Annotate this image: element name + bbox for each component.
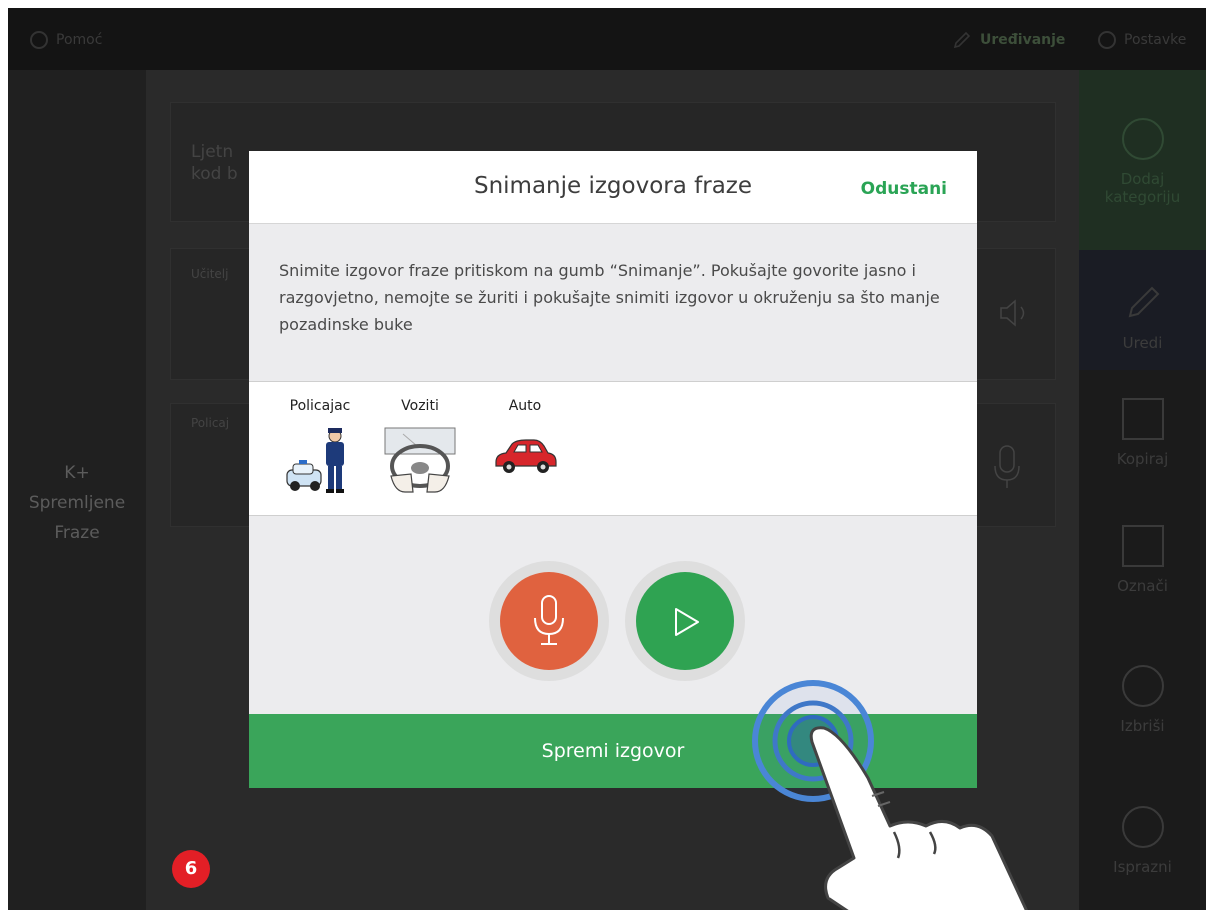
delete-button[interactable]: Izbriši (1079, 665, 1206, 735)
category-label-line3: Fraze (54, 523, 100, 543)
copy-icon (1121, 398, 1164, 440)
symbol-word: Voziti (401, 398, 439, 414)
symbol-tile: Voziti (382, 398, 458, 498)
microphone-icon (994, 445, 1020, 488)
plus-circle-icon (1121, 118, 1164, 160)
top-bar: Pomoć Uređivanje Postavke (8, 8, 1206, 70)
help-icon (30, 31, 48, 49)
category-label: K+ Spremljene Fraze (8, 458, 146, 548)
symbol-word: Auto (508, 398, 542, 414)
settings-label: Postavke (1124, 32, 1187, 48)
cancel-button[interactable]: Odustani (861, 179, 947, 199)
record-button[interactable] (489, 561, 609, 681)
app-screen: Pomoć Uređivanje Postavke K+ Spremljene … (8, 8, 1206, 910)
symbol-tile: Policajac (277, 398, 363, 498)
pointing-hand-icon (809, 726, 1028, 910)
edit-mode-label: Uređivanje (980, 32, 1066, 48)
select-button[interactable]: Označi (1079, 525, 1206, 595)
phrase-card-title: Policaj (191, 416, 230, 430)
speaker-icon (1000, 299, 1025, 327)
copy-label: Kopiraj (1116, 450, 1169, 468)
phrase-symbols-panel: Policajac Voziti Auto (249, 381, 977, 516)
edit-mode-button[interactable]: Uređivanje (952, 28, 1065, 52)
instructions-text: Snimite izgovor fraze pritiskom na gumb … (279, 261, 940, 334)
action-sidebar: Dodaj kategoriju Uredi Kopiraj Označi Iz… (1079, 70, 1206, 910)
clear-icon (1121, 806, 1164, 848)
clear-label: Isprazni (1113, 858, 1172, 876)
microphone-icon (534, 595, 564, 645)
add-category-label-1: Dodaj (1120, 170, 1165, 188)
add-category-label-2: kategoriju (1104, 188, 1181, 206)
category-sidebar[interactable]: K+ Spremljene Fraze (8, 70, 146, 910)
dialog-header: Snimanje izgovora fraze Odustani (249, 151, 977, 224)
record-button-face (500, 572, 598, 670)
copy-button[interactable]: Kopiraj (1079, 390, 1206, 468)
steering-wheel-icon (384, 427, 456, 493)
pencil-icon (1128, 286, 1159, 318)
category-label-line2: Spremljene (28, 493, 126, 513)
step-number-badge: 6 (172, 850, 210, 888)
phrase-card-text-2: kod b (191, 164, 238, 184)
close-circle-icon (1121, 665, 1164, 707)
category-label-line1: K+ (64, 463, 90, 483)
settings-button[interactable]: Postavke (1098, 28, 1186, 52)
delete-label: Izbriši (1120, 717, 1165, 735)
help-label: Pomoć (56, 32, 103, 48)
play-icon (675, 608, 699, 636)
phrase-card-title: Učitelj (191, 267, 229, 281)
symbol-tile: Auto (492, 398, 558, 480)
select-label: Označi (1117, 577, 1168, 595)
checkbox-icon (1121, 525, 1164, 567)
play-button-face (636, 572, 734, 670)
add-category-button[interactable]: Dodaj kategoriju (1079, 70, 1206, 250)
red-car-icon (495, 439, 557, 473)
clear-button[interactable]: Isprazni (1079, 800, 1206, 876)
pencil-icon (953, 31, 971, 49)
police-officer-car-icon (286, 428, 344, 493)
help-button[interactable]: Pomoć (30, 28, 102, 52)
play-button[interactable] (625, 561, 745, 681)
symbol-word: Policajac (289, 398, 351, 414)
phrase-card-text-1: Ljetn (191, 142, 234, 162)
gear-icon (1098, 31, 1116, 49)
edit-label: Uredi (1122, 334, 1163, 352)
edit-button[interactable]: Uredi (1079, 250, 1206, 370)
